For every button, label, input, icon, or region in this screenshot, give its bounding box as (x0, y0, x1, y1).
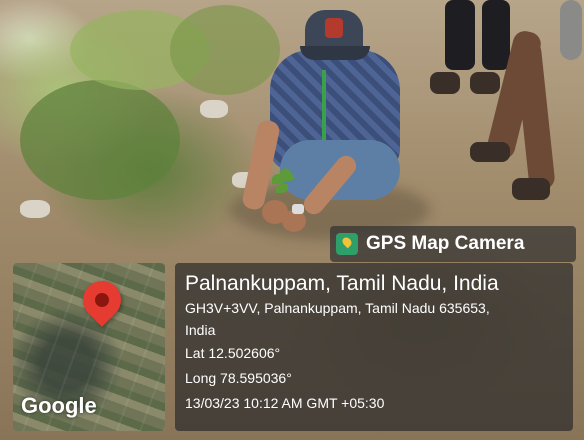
sandal (430, 72, 460, 94)
bystander-leg (560, 0, 582, 60)
map-thumbnail: Google (13, 263, 165, 431)
address-line-1: GH3V+3VV, Palnankuppam, Tamil Nadu 63565… (185, 300, 490, 316)
gps-map-camera-badge: GPS Map Camera (330, 226, 576, 262)
google-logo: Google (21, 393, 97, 418)
location-info-panel: Palnankuppam, Tamil Nadu, India GH3V+3VV… (175, 263, 573, 431)
geotagged-photo: GPS Map Camera Google Palnankuppam, Tami… (0, 0, 584, 440)
sandal (470, 72, 500, 94)
bystander-pants (482, 0, 510, 70)
app-name: GPS Map Camera (366, 233, 525, 254)
cap-visor (300, 46, 370, 60)
rock (200, 100, 228, 118)
sapling (268, 166, 298, 210)
map-pin-icon (336, 233, 358, 255)
latitude: Lat 12.502606° (185, 345, 281, 361)
address-line-2: India (185, 322, 216, 338)
longitude: Long 78.595036° (185, 370, 292, 386)
timestamp: 13/03/23 10:12 AM GMT +05:30 (185, 395, 385, 411)
lanyard (322, 70, 326, 140)
sandal (470, 142, 510, 162)
bystander-pants (445, 0, 475, 70)
cap-badge-icon (325, 18, 343, 38)
rock (20, 200, 50, 218)
location-title: Palnankuppam, Tamil Nadu, India (185, 272, 499, 295)
bush-left (20, 80, 180, 200)
sandal (512, 178, 550, 200)
